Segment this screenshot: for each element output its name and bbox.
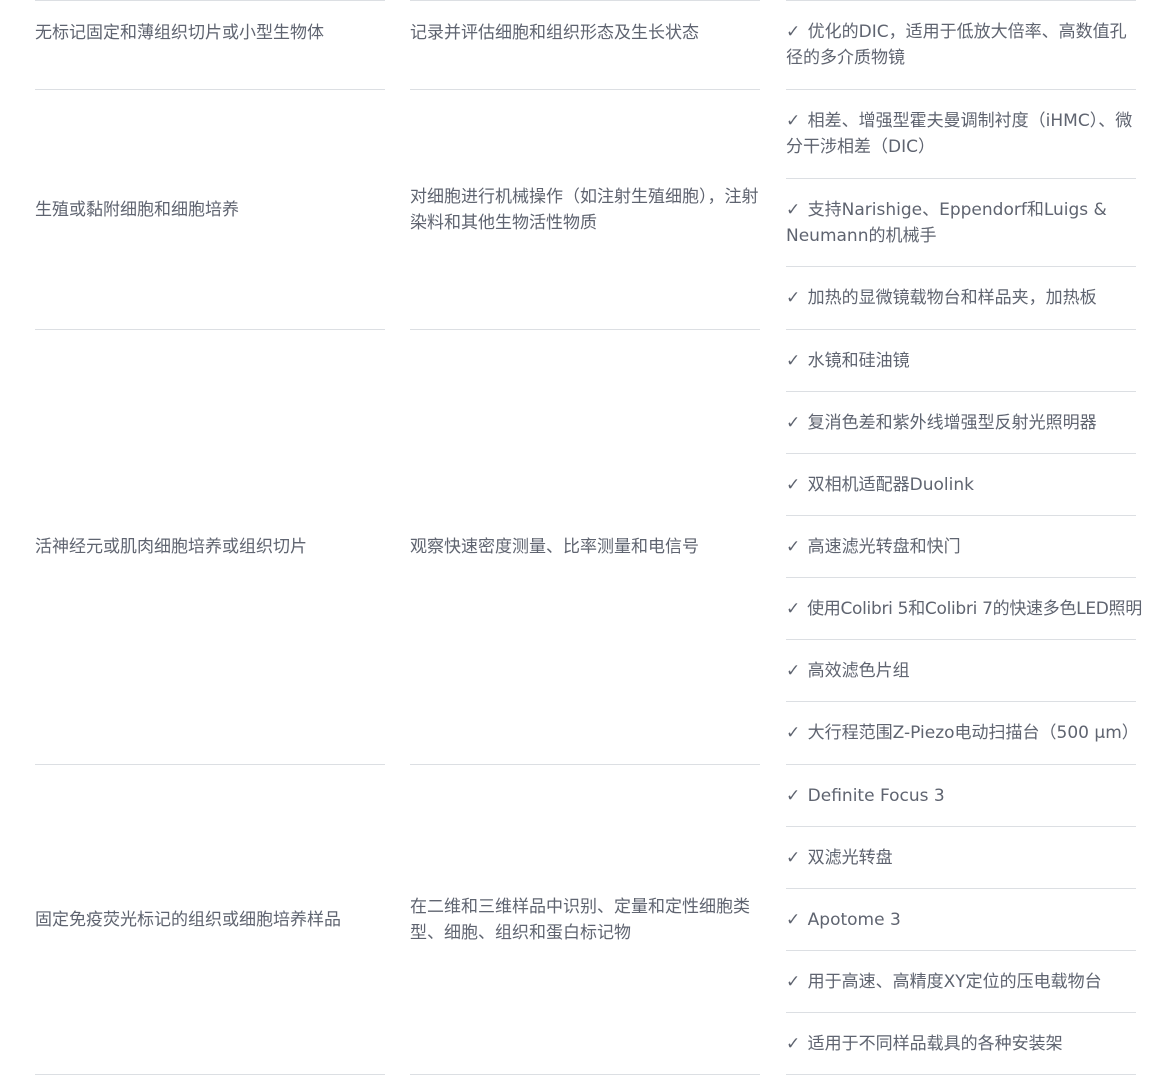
sample-text: 活神经元或肌肉细胞培养或组织切片	[35, 537, 307, 557]
application-table: 无标记固定和薄组织切片或小型生物体 记录并评估细胞和组织形态及生长状态 ✓ 优化…	[0, 0, 1160, 1075]
sample-text: 固定免疫荧光标记的组织或细胞培养样品	[35, 909, 341, 930]
feature-item: ✓ 双相机适配器Duolink	[786, 454, 1136, 515]
feature-item: ✓ 加热的显微镜载物台和样品夹，加热板	[786, 267, 1136, 329]
table-cell-sample: 固定免疫荧光标记的组织或细胞培养样品	[35, 765, 385, 1074]
table-cell-task: 记录并评估细胞和组织形态及生长状态	[410, 18, 760, 48]
feature-item: ✓ 高速滤光转盘和快门	[786, 516, 1136, 577]
feature-item: ✓ 适用于不同样品载具的各种安装架	[786, 1013, 1136, 1074]
table-cell-sample: 生殖或黏附细胞和细胞培养	[35, 90, 385, 329]
feature-text: 水镜和硅油镜	[807, 350, 910, 371]
check-mark-icon: ✓	[786, 536, 801, 557]
feature-text: 高效滤色片组	[807, 660, 910, 681]
feature-item: ✓ 用于高速、高精度XY定位的压电载物台	[786, 951, 1136, 1012]
feature-text: 支持Narishige、Eppendorf和Luigs & Neumann的机械…	[786, 200, 1107, 246]
table-cell-sample: 无标记固定和薄组织切片或小型生物体	[35, 18, 385, 48]
check-mark-icon: ✓	[786, 200, 801, 220]
feature-item: ✓ Apotome 3	[786, 889, 1136, 950]
table-cell-sample: 活神经元或肌肉细胞培养或组织切片	[35, 330, 385, 764]
check-mark-icon: ✓	[786, 350, 801, 371]
feature-text: 双相机适配器Duolink	[807, 474, 974, 495]
check-mark-icon: ✓	[786, 598, 800, 619]
check-mark-icon: ✓	[786, 288, 801, 308]
feature-text: Apotome 3	[807, 909, 901, 930]
feature-item: ✓ 优化的DIC，适用于低放大倍率、高数值孔径的多介质物镜	[786, 19, 1136, 73]
row-divider	[35, 0, 385, 1]
feature-text: 相差、增强型霍夫曼调制衬度（iHMC）、微分干涉相差（DIC）	[786, 111, 1133, 157]
feature-item: ✓ 大行程范围Z-Piezo电动扫描台（500 µm）	[786, 702, 1139, 764]
feature-item: ✓ 使用Colibri 5和Colibri 7的快速多色LED照明	[786, 578, 1142, 639]
check-mark-icon: ✓	[786, 474, 801, 495]
check-mark-icon: ✓	[786, 723, 801, 743]
table-cell-task: 在二维和三维样品中识别、定量和定性细胞类型、细胞、组织和蛋白标记物	[410, 765, 760, 1074]
check-mark-icon: ✓	[786, 412, 801, 433]
feature-item: ✓ 水镜和硅油镜	[786, 330, 1136, 391]
feature-text: 用于高速、高精度XY定位的压电载物台	[807, 971, 1102, 992]
check-mark-icon: ✓	[786, 971, 801, 992]
feature-item: ✓ 复消色差和紫外线增强型反射光照明器	[786, 392, 1136, 453]
feature-text: 优化的DIC，适用于低放大倍率、高数值孔径的多介质物镜	[786, 22, 1127, 68]
feature-text: 使用Colibri 5和Colibri 7的快速多色LED照明	[807, 598, 1142, 619]
sample-text: 生殖或黏附细胞和细胞培养	[35, 199, 239, 220]
feature-text: 加热的显微镜载物台和样品夹，加热板	[807, 288, 1097, 308]
check-mark-icon: ✓	[786, 660, 801, 681]
feature-text: Definite Focus 3	[807, 785, 945, 806]
feature-divider	[786, 178, 1136, 179]
table-cell-task: 观察快速密度测量、比率测量和电信号	[410, 330, 760, 764]
feature-text: 适用于不同样品载具的各种安装架	[807, 1033, 1063, 1054]
row-divider	[786, 89, 1136, 90]
feature-item: ✓ 双滤光转盘	[786, 827, 1136, 888]
feature-text: 高速滤光转盘和快门	[807, 536, 961, 557]
task-text: 对细胞进行机械操作（如注射生殖细胞），注射染料和其他生物活性物质	[410, 186, 759, 233]
task-text: 观察快速密度测量、比率测量和电信号	[410, 537, 699, 557]
check-mark-icon: ✓	[786, 847, 801, 868]
row-divider	[786, 0, 1136, 1]
sample-text: 无标记固定和薄组织切片或小型生物体	[35, 23, 324, 43]
feature-text: 双滤光转盘	[807, 847, 893, 868]
feature-item: ✓ 支持Narishige、Eppendorf和Luigs & Neumann的…	[786, 197, 1136, 251]
check-mark-icon: ✓	[786, 785, 801, 806]
task-text: 记录并评估细胞和组织形态及生长状态	[410, 23, 699, 43]
task-text: 在二维和三维样品中识别、定量和定性细胞类型、细胞、组织和蛋白标记物	[410, 896, 750, 943]
row-divider	[410, 0, 760, 1]
check-mark-icon: ✓	[786, 1033, 801, 1054]
table-cell-task: 对细胞进行机械操作（如注射生殖细胞），注射染料和其他生物活性物质	[410, 90, 760, 329]
feature-text: 大行程范围Z-Piezo电动扫描台（500 µm）	[807, 723, 1139, 743]
check-mark-icon: ✓	[786, 909, 801, 930]
feature-item: ✓ 高效滤色片组	[786, 640, 1136, 701]
feature-item: ✓ 相差、增强型霍夫曼调制衬度（iHMC）、微分干涉相差（DIC）	[786, 108, 1136, 162]
check-mark-icon: ✓	[786, 22, 801, 42]
feature-text: 复消色差和紫外线增强型反射光照明器	[807, 412, 1097, 433]
check-mark-icon: ✓	[786, 111, 801, 131]
feature-item: ✓ Definite Focus 3	[786, 765, 1136, 826]
